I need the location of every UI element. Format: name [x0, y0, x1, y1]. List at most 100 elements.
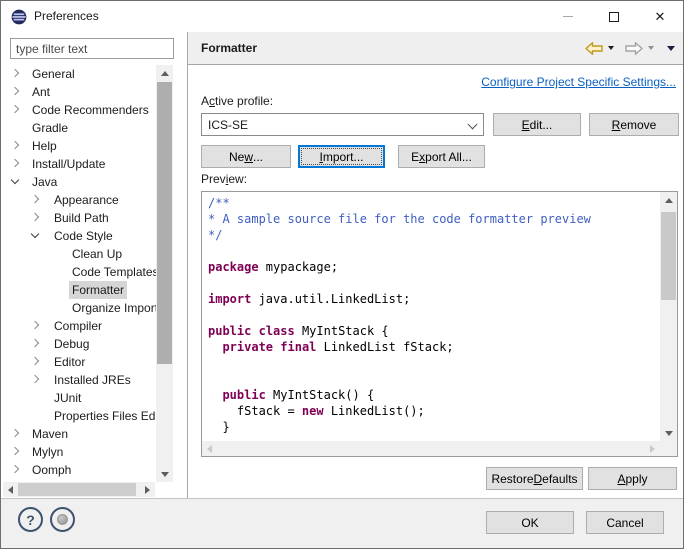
tree-item-label: Mylyn	[29, 443, 66, 461]
chevron-expanded-icon[interactable]	[11, 176, 19, 184]
scroll-right-icon[interactable]	[140, 482, 155, 497]
scroll-down-icon[interactable]	[156, 466, 173, 482]
scrollbar-thumb[interactable]	[157, 82, 172, 364]
page-title: Formatter	[201, 32, 257, 64]
export-all-button[interactable]: Export All...	[398, 145, 485, 168]
view-menu-icon[interactable]	[667, 46, 675, 51]
tree-item-label: Code Style	[51, 227, 116, 245]
apply-button[interactable]: Apply	[588, 467, 677, 490]
preview-vertical-scrollbar[interactable]	[660, 192, 677, 441]
history-nav	[585, 32, 675, 64]
scroll-left-icon	[202, 441, 217, 456]
record-icon	[57, 514, 68, 525]
tree-item-oomph[interactable]: Oomph	[1, 461, 156, 479]
preference-recorder-button[interactable]	[50, 507, 75, 532]
title-bar[interactable]: Preferences ✕	[1, 1, 683, 32]
dialog-button-bar: ?	[1, 498, 684, 549]
tree-item-label: Properties Files Edito	[51, 407, 156, 425]
chevron-collapsed-icon[interactable]	[31, 357, 39, 365]
tree-vertical-scrollbar[interactable]	[156, 65, 173, 482]
tree-item-formatter[interactable]: Formatter	[1, 281, 156, 299]
tree-item-editor[interactable]: Editor	[1, 353, 156, 371]
maximize-button[interactable]	[591, 1, 637, 32]
code-preview-text: /*** A sample source file for the code f…	[202, 192, 660, 441]
tree-item-debug[interactable]: Debug	[1, 335, 156, 353]
scrollbar-thumb[interactable]	[18, 483, 136, 496]
tree-horizontal-scrollbar[interactable]	[3, 482, 155, 497]
tree-item-organize-import[interactable]: Organize Import	[1, 299, 156, 317]
close-icon: ✕	[655, 10, 666, 23]
back-dropdown-icon[interactable]	[608, 46, 614, 50]
chevron-expanded-icon[interactable]	[31, 230, 39, 238]
minimize-button[interactable]	[545, 1, 591, 32]
tree-item-label: Organize Import	[69, 299, 156, 317]
tree-item-java[interactable]: Java	[1, 173, 156, 191]
restore-defaults-button[interactable]: Restore Defaults	[486, 467, 583, 490]
tree-item-code-recommenders[interactable]: Code Recommenders	[1, 101, 156, 119]
chevron-collapsed-icon[interactable]	[11, 69, 19, 77]
tree-item-install-update[interactable]: Install/Update	[1, 155, 156, 173]
chevron-collapsed-icon[interactable]	[11, 465, 19, 473]
tree-item-label: Maven	[29, 425, 71, 443]
scroll-down-icon[interactable]	[660, 425, 677, 441]
edit-button[interactable]: Edit...	[493, 113, 581, 136]
preview-horizontal-scrollbar[interactable]	[202, 441, 660, 456]
close-button[interactable]: ✕	[637, 1, 683, 32]
scroll-up-icon[interactable]	[156, 65, 173, 81]
page-header: Formatter	[188, 32, 684, 65]
tree-item-clean-up[interactable]: Clean Up	[1, 245, 156, 263]
chevron-collapsed-icon[interactable]	[11, 105, 19, 113]
chevron-collapsed-icon[interactable]	[31, 321, 39, 329]
configure-project-settings-link[interactable]: Configure Project Specific Settings...	[481, 75, 676, 89]
back-icon[interactable]	[585, 42, 603, 55]
ok-button[interactable]: OK	[486, 511, 574, 534]
tree-item-label: JUnit	[51, 389, 84, 407]
panel-divider	[187, 32, 188, 498]
tree-item-general[interactable]: General	[1, 65, 156, 83]
chevron-collapsed-icon[interactable]	[31, 213, 39, 221]
tree-item-maven[interactable]: Maven	[1, 425, 156, 443]
tree-item-label: Compiler	[51, 317, 105, 335]
tree-item-label: Help	[29, 137, 60, 155]
tree-item-code-style[interactable]: Code Style	[1, 227, 156, 245]
chevron-collapsed-icon[interactable]	[11, 447, 19, 455]
tree-item-installed-jres[interactable]: Installed JREs	[1, 371, 156, 389]
tree-item-properties-files-edito[interactable]: Properties Files Edito	[1, 407, 156, 425]
scroll-up-icon[interactable]	[660, 192, 677, 208]
cancel-button[interactable]: Cancel	[586, 511, 664, 534]
tree-item-compiler[interactable]: Compiler	[1, 317, 156, 335]
forward-icon[interactable]	[625, 42, 643, 55]
maximize-icon	[609, 12, 619, 22]
scrollbar-thumb[interactable]	[661, 212, 676, 300]
chevron-collapsed-icon[interactable]	[11, 141, 19, 149]
forward-dropdown-icon[interactable]	[648, 46, 654, 50]
active-profile-value: ICS-SE	[208, 118, 248, 132]
preferences-dialog: Preferences ✕ GeneralAntCode Recommender…	[0, 0, 684, 549]
tree-item-mylyn[interactable]: Mylyn	[1, 443, 156, 461]
help-button[interactable]: ?	[18, 507, 43, 532]
import-button[interactable]: Import...	[298, 145, 385, 168]
tree-item-junit[interactable]: JUnit	[1, 389, 156, 407]
chevron-collapsed-icon[interactable]	[31, 339, 39, 347]
tree-item-label: Ant	[29, 83, 53, 101]
filter-input[interactable]	[10, 38, 174, 59]
new-button[interactable]: New...	[201, 145, 291, 168]
chevron-collapsed-icon[interactable]	[31, 195, 39, 203]
eclipse-logo-icon	[11, 9, 27, 25]
chevron-collapsed-icon[interactable]	[11, 429, 19, 437]
tree-item-code-templates[interactable]: Code Templates	[1, 263, 156, 281]
active-profile-select[interactable]: ICS-SE	[201, 113, 484, 136]
tree-item-gradle[interactable]: Gradle	[1, 119, 156, 137]
tree-item-build-path[interactable]: Build Path	[1, 209, 156, 227]
scroll-right-icon	[645, 441, 660, 456]
chevron-collapsed-icon[interactable]	[31, 375, 39, 383]
chevron-down-icon	[468, 120, 478, 130]
scroll-left-icon[interactable]	[3, 482, 18, 497]
chevron-collapsed-icon[interactable]	[11, 87, 19, 95]
tree-item-appearance[interactable]: Appearance	[1, 191, 156, 209]
chevron-collapsed-icon[interactable]	[11, 159, 19, 167]
remove-button[interactable]: Remove	[589, 113, 679, 136]
tree-item-help[interactable]: Help	[1, 137, 156, 155]
tree-item-label: Formatter	[69, 281, 127, 299]
tree-item-ant[interactable]: Ant	[1, 83, 156, 101]
